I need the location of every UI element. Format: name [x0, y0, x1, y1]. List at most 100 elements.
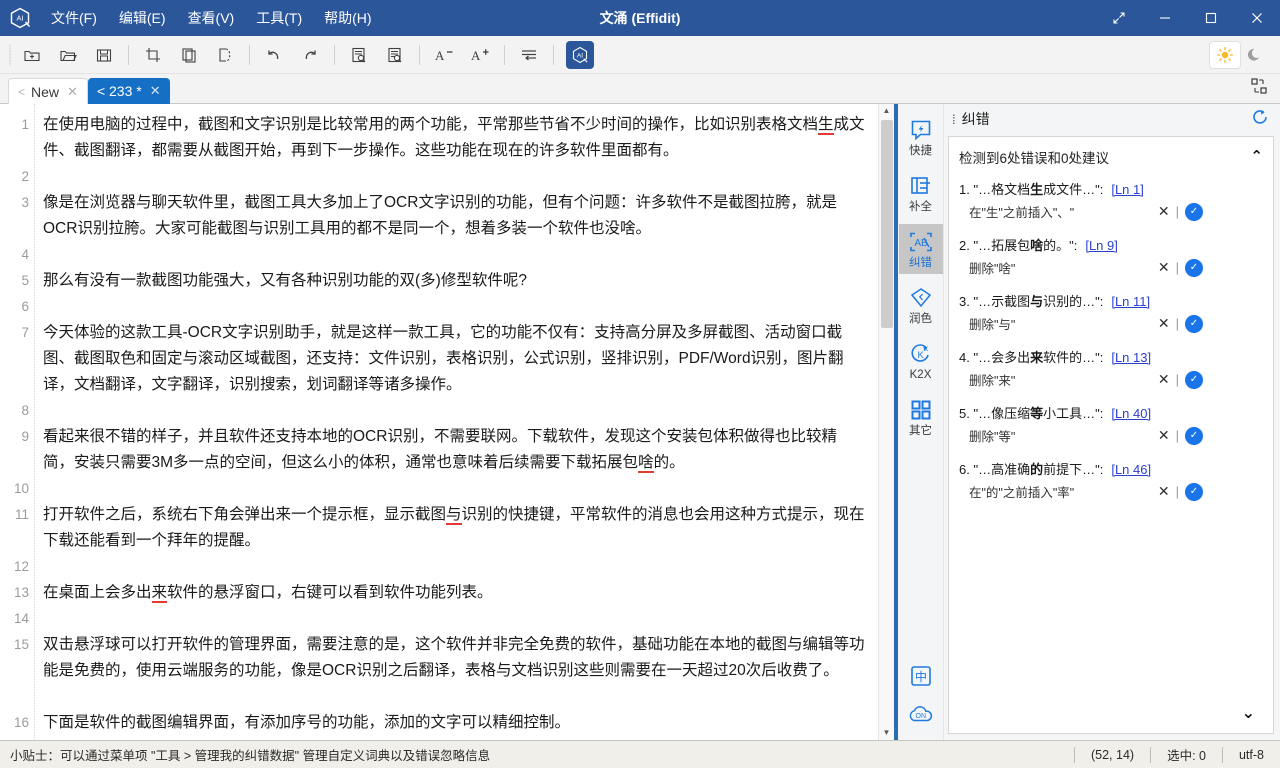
maximize-icon[interactable] [1188, 0, 1234, 36]
rail-item-k2x[interactable]: K x K2X [899, 336, 943, 386]
tab-close-icon[interactable]: ✕ [150, 83, 161, 99]
paragraph[interactable]: 在桌面上会多出来软件的悬浮窗口，右键可以看到软件功能列表。 [43, 580, 866, 606]
toolbar-grip[interactable] [6, 43, 14, 67]
find-document-icon[interactable] [344, 41, 374, 69]
x-icon[interactable]: ✕ [1158, 427, 1170, 444]
error-line-link[interactable]: [Ln 1] [1111, 182, 1144, 197]
line-wrap-icon[interactable] [514, 41, 544, 69]
error-line-link[interactable]: [Ln 9] [1085, 238, 1118, 253]
paragraph[interactable]: 打开软件之后，系统右下角会弹出来一个提示框，显示截图与识别的快捷键，平常软件的消… [43, 502, 866, 554]
sun-icon[interactable] [1210, 41, 1240, 68]
paragraph[interactable] [43, 294, 866, 320]
paragraph[interactable] [43, 164, 866, 190]
line-number [0, 684, 29, 710]
paragraph[interactable] [43, 242, 866, 268]
copy-icon[interactable] [174, 41, 204, 69]
rail-item-other[interactable]: 其它 [899, 392, 943, 442]
x-icon[interactable]: ✕ [1158, 203, 1170, 220]
paragraph[interactable] [43, 736, 866, 740]
crop-icon[interactable] [138, 41, 168, 69]
scrollbar-thumb[interactable] [881, 120, 893, 328]
rail-item-complete[interactable]: 补全 [899, 168, 943, 218]
drag-dots-icon[interactable]: ⁞ [952, 112, 956, 127]
menu-tools[interactable]: 工具(T) [245, 4, 313, 32]
error-line-link[interactable]: [Ln 46] [1111, 462, 1151, 477]
tab-233[interactable]: < 233 * ✕ [87, 78, 170, 104]
error-item[interactable]: 6. "…高准确的前提下…": [Ln 46] 在"的"之前插入"率" ✕ | ✓ [959, 459, 1263, 501]
chinese-char-icon[interactable]: 中 [909, 664, 933, 693]
save-disk-icon[interactable] [89, 41, 119, 69]
paragraph[interactable]: 那么有没有一款截图功能强大，又有各种识别功能的双(多)修型软件呢? [43, 268, 866, 294]
error-item[interactable]: 3. "…示截图与识别的…": [Ln 11] 删除"与" ✕ | ✓ [959, 291, 1263, 333]
split-view-icon[interactable] [1250, 77, 1280, 103]
menu-file[interactable]: 文件(F) [40, 4, 108, 32]
chevron-down-icon[interactable]: ⌄ [1242, 703, 1255, 723]
open-folder-icon[interactable] [53, 41, 83, 69]
error-item[interactable]: 5. "…像压缩等小工具…": [Ln 40] 删除"等" ✕ | ✓ [959, 403, 1263, 445]
error-action-row: 删除"来" ✕ | ✓ [959, 370, 1263, 389]
text-run: 看起来很不错的样子，并且软件还支持本地的OCR识别，不需要联网。下载软件，发现这… [43, 428, 837, 471]
error-line-link[interactable]: [Ln 11] [1111, 294, 1150, 309]
check-circle-icon[interactable]: ✓ [1185, 482, 1203, 501]
x-icon[interactable]: ✕ [1158, 483, 1170, 500]
proofread-panel: ⁞ 纠错 检测到6处错误和0处建议 ⌃ 1. "…格文档生成文件…": [Ln 1… [944, 104, 1280, 740]
refresh-icon[interactable] [1250, 107, 1270, 132]
paste-icon[interactable] [210, 41, 240, 69]
document-text[interactable]: 在使用电脑的过程中，截图和文字识别是比较常用的两个功能，平常那些节省不少时间的操… [34, 104, 878, 740]
check-circle-icon[interactable]: ✓ [1185, 258, 1203, 277]
check-circle-icon[interactable]: ✓ [1185, 202, 1203, 221]
scroll-down-arrow-icon[interactable]: ▼ [883, 728, 891, 738]
font-decrease-icon[interactable]: A [429, 41, 459, 69]
paragraph[interactable] [43, 684, 866, 710]
x-icon[interactable]: ✕ [1158, 315, 1170, 332]
check-circle-icon[interactable]: ✓ [1185, 314, 1203, 333]
menu-edit[interactable]: 编辑(E) [108, 4, 177, 32]
tab-new[interactable]: < New ✕ [8, 78, 88, 104]
ai-assist-button[interactable]: AI [566, 40, 594, 69]
line-number: 5 [21, 273, 29, 288]
rail-item-shortcut[interactable]: 快捷 [899, 112, 943, 162]
replace-document-icon[interactable] [380, 41, 410, 69]
paragraph[interactable]: 看起来很不错的样子，并且软件还支持本地的OCR识别，不需要联网。下载软件，发现这… [43, 424, 866, 476]
tab-close-icon[interactable]: ✕ [67, 84, 78, 100]
error-item[interactable]: 1. "…格文档生成文件…": [Ln 1] 在"生"之前插入"、" ✕ | ✓ [959, 179, 1263, 221]
error-item[interactable]: 4. "…会多出来软件的…": [Ln 13] 删除"来" ✕ | ✓ [959, 347, 1263, 389]
error-line-link[interactable]: [Ln 40] [1111, 406, 1151, 421]
chevron-up-icon[interactable]: ⌃ [1250, 147, 1263, 165]
paragraph[interactable] [43, 398, 866, 424]
close-icon[interactable] [1234, 0, 1280, 36]
scroll-up-arrow-icon[interactable]: ▲ [883, 106, 891, 116]
editor-scrollbar[interactable]: ▲ ▼ [878, 104, 894, 740]
scrollbar-track[interactable] [879, 116, 894, 728]
error-line-link[interactable]: [Ln 13] [1111, 350, 1151, 365]
paragraph[interactable]: 下面是软件的截图编辑界面，有添加序号的功能，添加的文字可以精细控制。 [43, 710, 866, 736]
redo-icon[interactable] [295, 41, 325, 69]
error-action-row: 在"的"之前插入"率" ✕ | ✓ [959, 482, 1263, 501]
cloud-on-icon[interactable]: ON [907, 703, 935, 730]
undo-icon[interactable] [259, 41, 289, 69]
panel-divider[interactable] [894, 104, 898, 740]
paragraph[interactable]: 双击悬浮球可以打开软件的管理界面，需要注意的是，这个软件并非完全免费的软件，基础… [43, 632, 866, 684]
paragraph[interactable] [43, 476, 866, 502]
minimize-icon[interactable] [1142, 0, 1188, 36]
rail-label: 其它 [909, 425, 932, 437]
font-increase-icon[interactable]: A [465, 41, 495, 69]
check-circle-icon[interactable]: ✓ [1185, 370, 1203, 389]
paragraph[interactable]: 今天体验的这款工具-OCR文字识别助手，就是这样一款工具，它的功能不仅有：支持高… [43, 320, 866, 398]
error-item[interactable]: 2. "…拓展包啥的。": [Ln 9] 删除"啥" ✕ | ✓ [959, 235, 1263, 277]
x-icon[interactable]: ✕ [1158, 371, 1170, 388]
menu-view[interactable]: 查看(V) [177, 4, 246, 32]
paragraph[interactable]: 在使用电脑的过程中，截图和文字识别是比较常用的两个功能，平常那些节省不少时间的操… [43, 112, 866, 164]
expand-icon[interactable] [1096, 0, 1142, 36]
text-editor[interactable]: 1234567891011121314151617181920 在使用电脑的过程… [0, 104, 878, 740]
paragraph[interactable]: 像是在浏览器与聊天软件里，截图工具大多加上了OCR文字识别的功能，但有个问题：许… [43, 190, 866, 242]
new-file-icon[interactable] [17, 41, 47, 69]
check-circle-icon[interactable]: ✓ [1185, 426, 1203, 445]
paragraph[interactable] [43, 554, 866, 580]
moon-icon[interactable] [1240, 42, 1270, 68]
rail-item-proofread[interactable]: AB 纠错 [898, 224, 943, 274]
menu-help[interactable]: 帮助(H) [313, 4, 382, 32]
rail-item-polish[interactable]: 润色 [899, 280, 943, 330]
paragraph[interactable] [43, 606, 866, 632]
x-icon[interactable]: ✕ [1158, 259, 1170, 276]
